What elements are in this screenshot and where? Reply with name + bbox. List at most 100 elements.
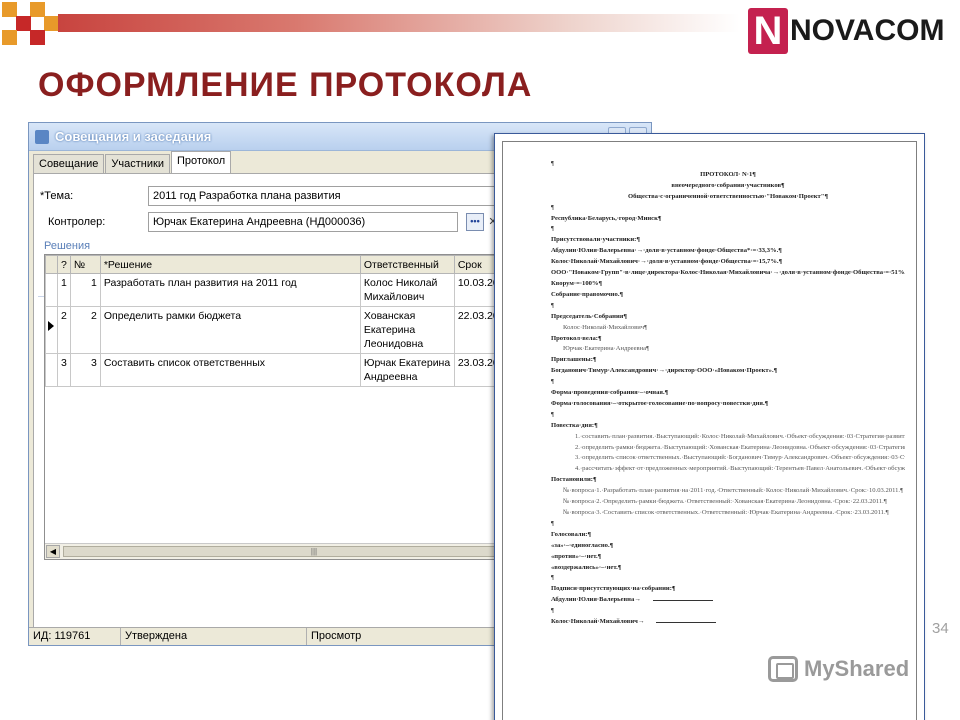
document-line: «воздержались»·–·нет.¶ bbox=[551, 563, 622, 571]
row-responsible[interactable]: Хованская Екатерина Леонидовна bbox=[359, 306, 455, 354]
document-line: Республика·Беларусь,·город·Минск¶ bbox=[551, 214, 662, 222]
document-line: 1.·составить·план·развития.·Выступающий:… bbox=[575, 432, 905, 440]
document-line: Подписи·присутствующих·на·собрании:¶ bbox=[551, 585, 676, 593]
signature-line bbox=[656, 622, 717, 624]
document-line: ¶ bbox=[551, 410, 554, 418]
tab-meeting[interactable]: Совещание bbox=[33, 154, 105, 173]
topic-input[interactable]: 2011 год Разработка плана развития bbox=[148, 186, 508, 206]
document-line: №·вопроса·2.·Определить·рамки·бюджета.·О… bbox=[563, 498, 887, 506]
document-line: «против»·–·нет.¶ bbox=[551, 552, 602, 560]
document-line: 2.·определить·рамки·бюджета.·Выступающий… bbox=[575, 443, 905, 451]
decor-square bbox=[2, 30, 17, 45]
document-line: Форма·голосования·–·открытое·голосование… bbox=[551, 399, 769, 407]
row-decision[interactable]: Разработать план развития на 2011 год bbox=[99, 273, 361, 307]
decisions-group-title: Решения bbox=[42, 240, 93, 252]
table-row[interactable]: 2 2 Определить рамки бюджета Хованская Е… bbox=[45, 306, 515, 354]
document-line: Общества·с·ограниченной·ответственностью… bbox=[627, 192, 829, 200]
document-line: Абдулин·Юлия·Валерьевна·→·доля·в·уставно… bbox=[551, 247, 782, 255]
document-line: Кворум·=·100%¶ bbox=[551, 279, 603, 287]
document-line: Форма·проведения·собрания·–·очная.¶ bbox=[551, 389, 669, 397]
scroll-thumb[interactable]: ||| bbox=[63, 546, 565, 557]
table-row[interactable]: 1 1 Разработать план развития на 2011 го… bbox=[45, 273, 515, 307]
document-line: Председатель·Собрания¶ bbox=[551, 312, 627, 320]
watermark: MyShared bbox=[768, 656, 909, 682]
row-number: 1 bbox=[69, 273, 101, 307]
ellipsis-icon[interactable]: ••• bbox=[466, 213, 484, 231]
document-line: Юрчак·Екатерина·Андреевна¶ bbox=[563, 345, 650, 353]
decor-square bbox=[2, 2, 17, 17]
column-header-decision[interactable]: *Решение bbox=[99, 255, 361, 274]
row-decision[interactable]: Определить рамки бюджета bbox=[99, 306, 361, 354]
controller-row: Контролер: Юрчак Екатерина Андреевна (НД… bbox=[40, 212, 500, 232]
status-state: Утверждена bbox=[121, 627, 307, 645]
document-line: Протокол·вела:¶ bbox=[551, 334, 602, 342]
controller-label: Контролер: bbox=[48, 216, 106, 228]
row-responsible[interactable]: Колос Николай Михайлович bbox=[359, 273, 455, 307]
row-indicator bbox=[45, 353, 58, 387]
document-line: «за»·–·единогласно.¶ bbox=[551, 541, 614, 549]
decor-square bbox=[30, 30, 45, 45]
status-mode: Просмотр bbox=[311, 629, 362, 642]
document-line: ПРОТОКОЛ· N·1¶ bbox=[700, 170, 756, 178]
column-header-indicator bbox=[45, 255, 58, 274]
row-decision[interactable]: Составить список ответственных bbox=[99, 353, 361, 387]
header-gradient-bar bbox=[58, 14, 740, 32]
table-row[interactable]: 3 3 Составить список ответственных Юрчак… bbox=[45, 353, 515, 387]
document-line: ¶ bbox=[551, 378, 554, 386]
tab-participants[interactable]: Участники bbox=[105, 154, 170, 173]
document-line: Колос·Николай·Михайлович·→·доля·в·уставн… bbox=[551, 258, 783, 266]
document-line: №·вопроса·3.·Составить·список·ответствен… bbox=[563, 509, 889, 516]
novacom-logo: N NOVACOM bbox=[748, 6, 944, 56]
document-line: ¶ bbox=[551, 519, 554, 527]
column-header-flag[interactable]: ? bbox=[57, 255, 71, 274]
row-index: 1 bbox=[57, 273, 71, 307]
document-line: внеочередного·собрания·участников¶ bbox=[671, 181, 785, 189]
tab-protocol[interactable]: Протокол bbox=[170, 151, 232, 173]
document-line: ¶ bbox=[551, 301, 554, 309]
row-number: 3 bbox=[69, 353, 101, 387]
row-number: 2 bbox=[69, 306, 101, 354]
protocol-document-preview: ¶ ПРОТОКОЛ· N·1¶ внеочередного·собрания·уч… bbox=[494, 133, 925, 720]
window-title: Совещания и заседания bbox=[55, 129, 212, 144]
document-line: Постановили:¶ bbox=[551, 476, 597, 484]
topic-label: *Тема: bbox=[40, 190, 74, 202]
column-header-responsible[interactable]: Ответственный bbox=[359, 255, 455, 274]
scroll-left-icon[interactable]: ◀ bbox=[46, 545, 60, 558]
document-line: 3.·определить·список·ответственных.·Выст… bbox=[575, 454, 905, 462]
signature-line bbox=[652, 600, 713, 602]
document-line: 4.·рассчитать·эффект·от·предложенных·мер… bbox=[575, 465, 905, 473]
row-index: 2 bbox=[57, 306, 71, 354]
app-icon bbox=[35, 129, 49, 144]
decor-square bbox=[44, 16, 59, 31]
watermark-text: MyShared bbox=[804, 656, 910, 681]
document-line: Приглашены:¶ bbox=[551, 356, 597, 364]
row-indicator bbox=[45, 306, 58, 354]
document-line: ¶ bbox=[551, 574, 554, 582]
slide-title: ОФОРМЛЕНИЕ ПРОТОКОЛА bbox=[38, 66, 533, 104]
row-responsible[interactable]: Юрчак Екатерина Андреевна bbox=[359, 353, 455, 387]
logo-wordmark: NOVACOM bbox=[790, 14, 945, 47]
document-line: Голосовали:¶ bbox=[551, 530, 592, 538]
document-line: Колос·Николай·Михайлович¶ bbox=[563, 323, 648, 331]
document-line: Присутствовали·участники:¶ bbox=[551, 236, 640, 244]
document-line: Богданович·Тимур·Александрович·→·директо… bbox=[551, 367, 778, 375]
status-id: ИД: 119761 bbox=[29, 627, 121, 645]
tab-strip: Совещание Участники Протокол bbox=[33, 151, 232, 173]
presentation-icon bbox=[768, 656, 798, 682]
document-line: Колос·Николай·Михайлович→ bbox=[551, 617, 905, 628]
controller-input[interactable]: Юрчак Екатерина Андреевна (НД000036) bbox=[148, 212, 458, 232]
document-line: Собрание·правомочно.¶ bbox=[551, 290, 624, 298]
row-indicator bbox=[45, 273, 58, 307]
decisions-table: ? № *Решение Ответственный Срок 1 1 Разр… bbox=[45, 255, 515, 387]
table-header-row: ? № *Решение Ответственный Срок bbox=[45, 255, 515, 274]
document-line: ¶ bbox=[551, 225, 554, 233]
document-line: ¶ bbox=[551, 203, 554, 211]
column-header-number[interactable]: № bbox=[69, 255, 101, 274]
row-index: 3 bbox=[57, 353, 71, 387]
logo-mark: N bbox=[748, 8, 788, 54]
document-text: ¶ ПРОТОКОЛ· N·1¶ внеочередного·собрания·уч… bbox=[551, 159, 905, 628]
page-number: 34 bbox=[932, 620, 949, 637]
document-line: №·вопроса·1.·Разработать·план·развития·н… bbox=[563, 487, 904, 495]
document-line: Абдулин·Юлия·Валерьевна→ bbox=[551, 595, 905, 606]
header-decoration bbox=[0, 0, 740, 45]
